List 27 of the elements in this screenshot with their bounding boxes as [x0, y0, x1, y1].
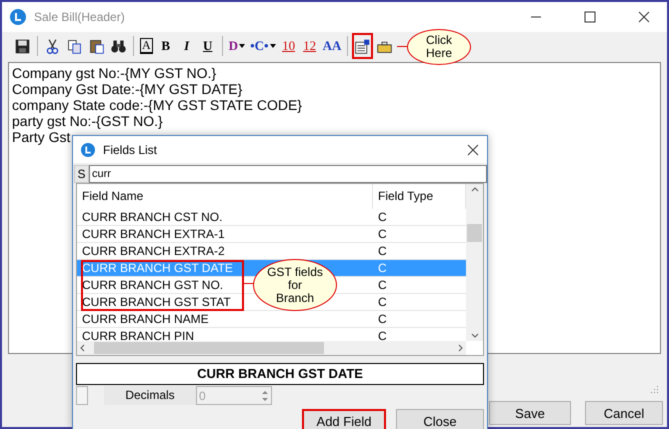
field-type-cell: C	[378, 243, 387, 259]
field-name-cell: CURR BRANCH EXTRA-1	[82, 226, 225, 242]
dialog-title: Fields List	[103, 142, 158, 156]
field-name-cell: CURR BRANCH GST STAT	[82, 294, 231, 310]
field-type-cell: C	[378, 209, 387, 225]
field-type-cell: C	[378, 294, 387, 310]
field-type-cell: C	[378, 277, 387, 293]
field-type-cell: C	[378, 328, 387, 341]
editor-line: Party Gst	[12, 129, 72, 145]
editor-line: Company gst No:-{MY GST NO.}	[12, 65, 218, 81]
field-name-cell: CURR BRANCH EXTRA-2	[82, 243, 225, 259]
field-type-cell: C	[378, 311, 387, 327]
click-here-tooltip: Click Here	[407, 29, 471, 65]
field-name-cell: CURR BRANCH CST NO.	[82, 209, 222, 225]
selected-field-display: CURR BRANCH GST DATE	[76, 363, 484, 385]
editor-line: party gst No:-{GST NO.}	[12, 113, 164, 129]
field-name-cell: CURR BRANCH GST DATE	[82, 260, 233, 276]
field-type-cell: C	[378, 260, 387, 276]
field-name-cell: CURR BRANCH GST NO.	[82, 277, 224, 293]
window-title: Sale Bill(Header)	[34, 10, 126, 24]
field-type-cell: C	[378, 226, 387, 242]
editor-line: Company Gst Date:-{MY GST DATE}	[12, 81, 244, 97]
search-label: S	[74, 165, 89, 183]
field-name-cell: CURR BRANCH PIN	[82, 328, 194, 341]
field-name-cell: CURR BRANCH NAME	[82, 311, 209, 327]
editor-line: company State code:-{MY GST STATE CODE}	[12, 97, 303, 113]
decimals-label: Decimals	[104, 386, 196, 405]
